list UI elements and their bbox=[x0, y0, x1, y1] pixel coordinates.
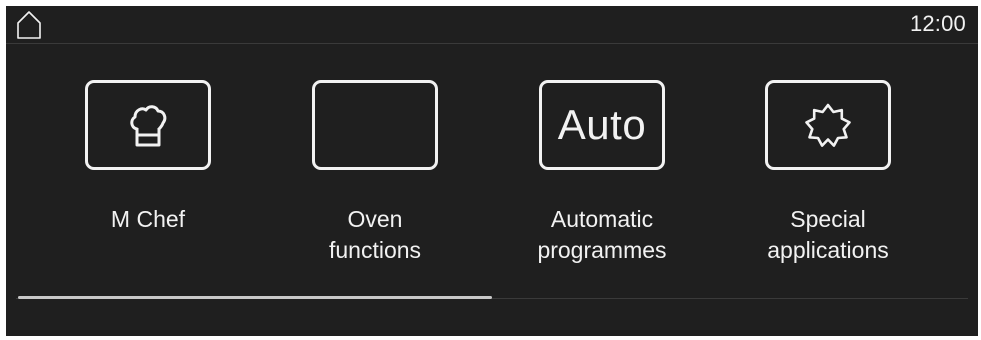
tile-automatic-programmes[interactable]: Auto Automatic programmes bbox=[484, 50, 720, 280]
tile-label-line: functions bbox=[328, 237, 422, 263]
tile-icon-frame bbox=[765, 80, 891, 170]
tile-label: Special applications bbox=[710, 204, 946, 266]
status-bar: 12:00 bbox=[6, 6, 978, 44]
tile-label-line: Oven bbox=[347, 206, 403, 232]
tile-oven-functions[interactable]: Oven functions bbox=[257, 50, 493, 280]
tile-special-applications[interactable]: Special applications bbox=[710, 50, 946, 280]
tile-label-line: programmes bbox=[537, 237, 667, 263]
special-star-icon bbox=[805, 103, 851, 147]
main-menu-screen: 12:00 M Chef Oven functions Auto Automat… bbox=[6, 6, 978, 336]
tile-label: Oven functions bbox=[257, 204, 493, 266]
chef-hat-icon bbox=[130, 105, 167, 147]
home-icon[interactable] bbox=[14, 10, 44, 40]
tile-label-line: applications bbox=[767, 237, 889, 263]
tile-label: M Chef bbox=[30, 204, 266, 235]
clock: 12:00 bbox=[909, 11, 966, 36]
tile-label: Automatic programmes bbox=[484, 204, 720, 266]
tile-icon-frame bbox=[85, 80, 211, 170]
tile-m-chef[interactable]: M Chef bbox=[30, 50, 266, 280]
tile-label-line: M Chef bbox=[110, 206, 186, 232]
tile-label-line: Special bbox=[790, 206, 866, 232]
tile-label-line: Automatic bbox=[550, 206, 654, 232]
oven-functions-icon bbox=[312, 80, 438, 170]
auto-icon: Auto bbox=[539, 80, 665, 170]
auto-icon-text: Auto bbox=[557, 101, 647, 148]
scroll-indicator[interactable] bbox=[18, 296, 492, 299]
